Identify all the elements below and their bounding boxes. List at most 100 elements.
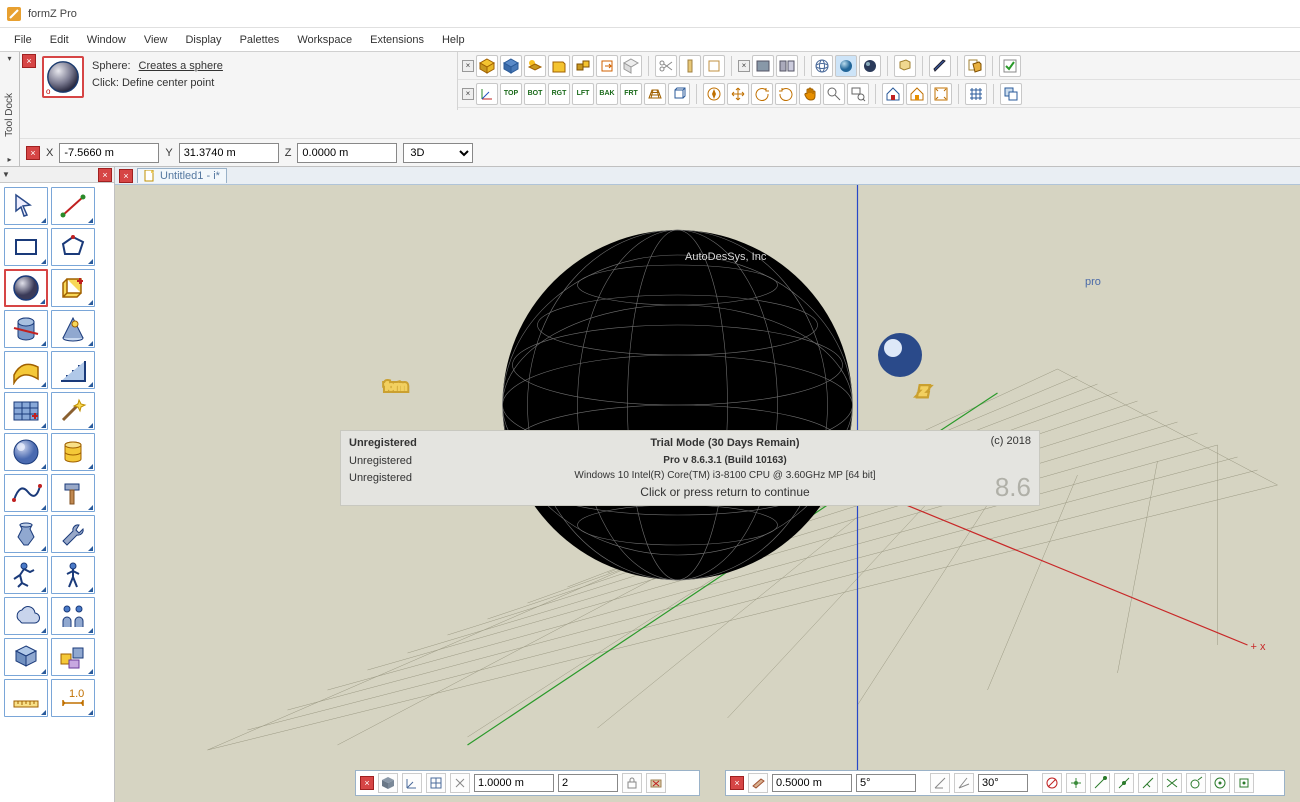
tool-sphere2[interactable] <box>4 433 48 471</box>
tool-people[interactable] <box>51 597 95 635</box>
menu-display[interactable]: Display <box>177 31 229 49</box>
menu-help[interactable]: Help <box>434 31 473 49</box>
box-outline-icon[interactable] <box>703 55 725 77</box>
tool-stairs[interactable] <box>51 351 95 389</box>
angle-b-icon[interactable] <box>954 773 974 793</box>
close-icon[interactable]: × <box>119 169 133 183</box>
menu-view[interactable]: View <box>136 31 176 49</box>
snap-angle2-input[interactable] <box>978 774 1028 792</box>
copy-view-icon[interactable] <box>1000 83 1022 105</box>
close-icon[interactable]: × <box>730 776 744 790</box>
snap-face-icon[interactable] <box>1234 773 1254 793</box>
close-icon[interactable]: × <box>738 60 750 72</box>
cube-yellow-icon[interactable] <box>476 55 498 77</box>
view-top-button[interactable]: TOP <box>500 83 522 105</box>
globe-dark-icon[interactable] <box>859 55 881 77</box>
angle-a-icon[interactable] <box>930 773 950 793</box>
rotate-left-icon[interactable] <box>751 83 773 105</box>
home-orange-icon[interactable] <box>906 83 928 105</box>
tool-vase[interactable] <box>4 515 48 553</box>
viewport-3d[interactable]: + x <box>115 185 1300 802</box>
tool-rect[interactable] <box>4 228 48 266</box>
move-arrows-icon[interactable] <box>727 83 749 105</box>
snap-perp-icon[interactable] <box>1138 773 1158 793</box>
menu-file[interactable]: File <box>6 31 40 49</box>
tool-line[interactable] <box>51 187 95 225</box>
cube-page-icon[interactable] <box>964 55 986 77</box>
coord-mode-select[interactable]: 3D <box>403 143 473 163</box>
menu-workspace[interactable]: Workspace <box>289 31 360 49</box>
menu-palettes[interactable]: Palettes <box>232 31 288 49</box>
snap-intersect-icon[interactable] <box>1162 773 1182 793</box>
close-icon[interactable]: × <box>462 88 474 100</box>
tool-person-stand[interactable] <box>51 556 95 594</box>
tool-arrow[interactable] <box>4 187 48 225</box>
delete-plane-icon[interactable] <box>646 773 666 793</box>
scissors-icon[interactable] <box>655 55 677 77</box>
plane-red-icon[interactable] <box>748 773 768 793</box>
cube-ghost-icon[interactable] <box>620 55 642 77</box>
snap-end-icon[interactable] <box>1090 773 1110 793</box>
tool-grid-plus[interactable] <box>4 392 48 430</box>
view-lft-button[interactable]: LFT <box>572 83 594 105</box>
menu-extensions[interactable]: Extensions <box>362 31 432 49</box>
tool-wrench[interactable] <box>51 515 95 553</box>
close-icon[interactable]: × <box>98 168 112 182</box>
view-frt-button[interactable]: FRT <box>620 83 642 105</box>
cube-blue-icon[interactable] <box>500 55 522 77</box>
rotate-right-icon[interactable] <box>775 83 797 105</box>
globe-shaded-icon[interactable] <box>835 55 857 77</box>
tool-curve[interactable] <box>4 474 48 512</box>
snap-point-icon[interactable] <box>1066 773 1086 793</box>
tool-person-run[interactable] <box>4 556 48 594</box>
panel-shaded-icon[interactable] <box>752 55 774 77</box>
menu-window[interactable]: Window <box>79 31 134 49</box>
home-red-icon[interactable] <box>882 83 904 105</box>
cube-arrow-icon[interactable] <box>596 55 618 77</box>
grid-div-input[interactable] <box>558 774 618 792</box>
view-bot-button[interactable]: BOT <box>524 83 546 105</box>
chevron-icon[interactable]: ▾ <box>7 54 11 63</box>
snap-mid-icon[interactable] <box>1114 773 1134 793</box>
persp-grid-icon[interactable] <box>644 83 666 105</box>
globe-wire-icon[interactable] <box>811 55 833 77</box>
cubes-icon[interactable] <box>572 55 594 77</box>
panel-multi-icon[interactable] <box>776 55 798 77</box>
grid-small-icon[interactable] <box>426 773 446 793</box>
zoom-window-icon[interactable] <box>847 83 869 105</box>
lock-icon[interactable] <box>622 773 642 793</box>
tool-cube3[interactable] <box>4 638 48 676</box>
fit-icon[interactable] <box>930 83 952 105</box>
zoom-icon[interactable] <box>823 83 845 105</box>
snap-center-icon[interactable] <box>1210 773 1230 793</box>
snap-tangent-icon[interactable] <box>1186 773 1206 793</box>
close-icon[interactable]: × <box>360 776 374 790</box>
tool-hammer[interactable] <box>51 474 95 512</box>
cube-wire-icon[interactable] <box>668 83 690 105</box>
axes-icon[interactable] <box>476 83 498 105</box>
dock-collapse-icon[interactable]: ▸ <box>7 155 11 164</box>
cross-icon[interactable] <box>450 773 470 793</box>
current-tool-icon[interactable]: o <box>42 56 84 98</box>
close-icon[interactable]: × <box>22 54 36 68</box>
tool-ruler[interactable] <box>4 679 48 717</box>
shaded-cube-icon[interactable] <box>378 773 398 793</box>
hand-icon[interactable] <box>799 83 821 105</box>
tool-dims[interactable]: 1.0 <box>51 679 95 717</box>
coord-y-input[interactable] <box>179 143 279 163</box>
pen-icon[interactable] <box>929 55 951 77</box>
check-green-icon[interactable] <box>999 55 1021 77</box>
tool-surf[interactable] <box>4 351 48 389</box>
grid-toggle-icon[interactable] <box>965 83 987 105</box>
coord-x-input[interactable] <box>59 143 159 163</box>
close-icon[interactable]: × <box>462 60 474 72</box>
axes-small-icon[interactable] <box>402 773 422 793</box>
splash-info-panel[interactable]: Unregistered Unregistered Unregistered T… <box>340 430 1040 506</box>
coord-z-input[interactable] <box>297 143 397 163</box>
document-tab[interactable]: Untitled1 - i* <box>137 168 227 183</box>
box-pair-icon[interactable] <box>894 55 916 77</box>
tool-wand[interactable] <box>51 392 95 430</box>
tool-cone[interactable] <box>51 310 95 348</box>
view-bak-button[interactable]: BAK <box>596 83 618 105</box>
compass-icon[interactable] <box>703 83 725 105</box>
